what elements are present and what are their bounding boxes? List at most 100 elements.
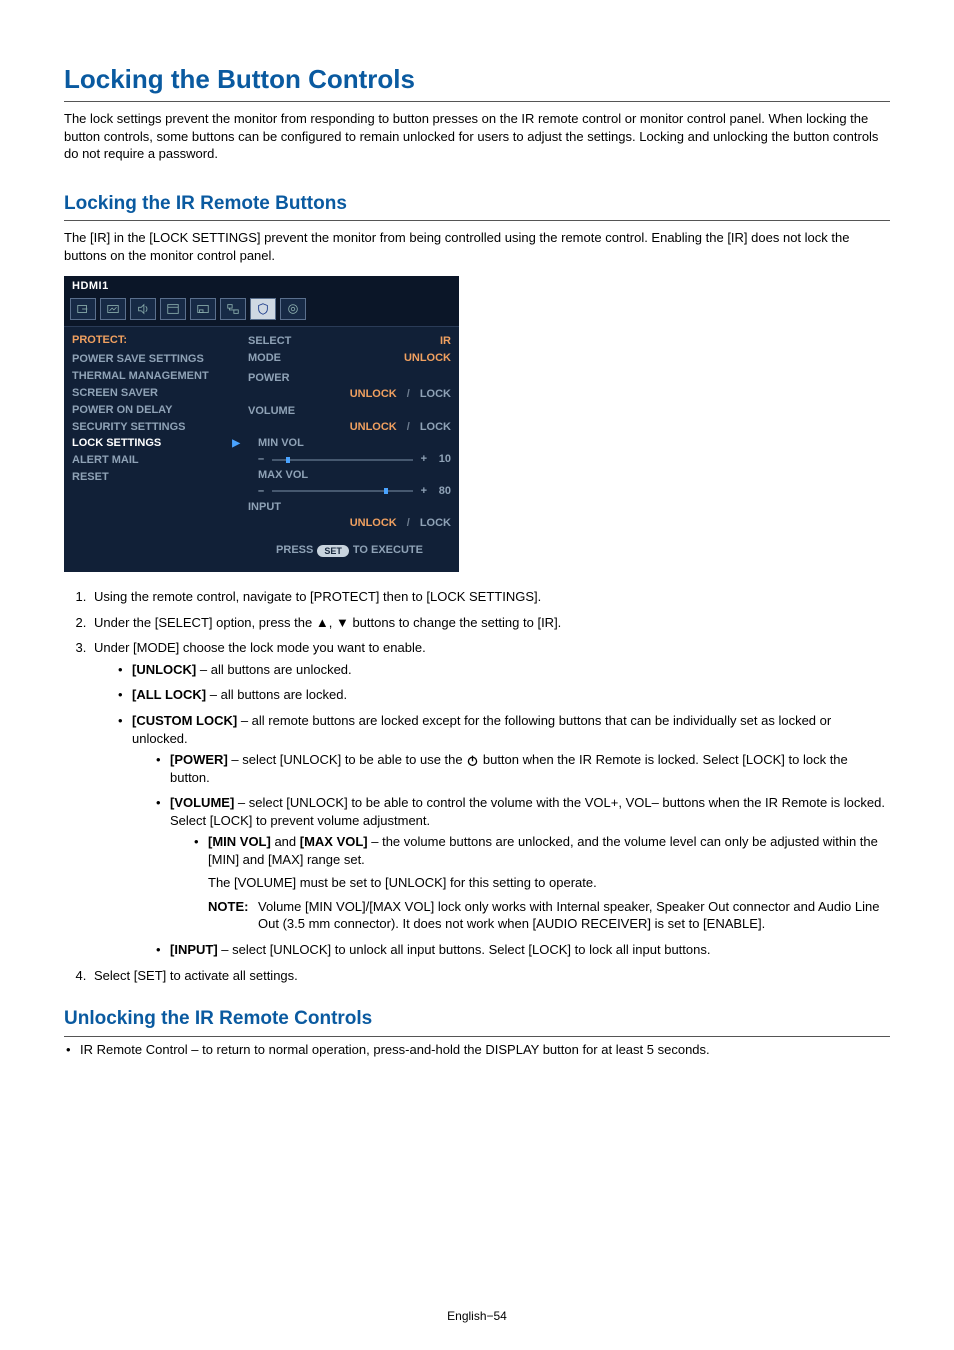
custom-volume-text: – select [UNLOCK] to be able to control … — [170, 795, 885, 828]
mode-custom-text: – all remote buttons are locked except f… — [132, 713, 831, 746]
mode-alllock-text: – all buttons are locked. — [206, 687, 347, 702]
osd-menu-item: SCREEN SAVER — [72, 385, 240, 402]
down-arrow-icon: ▼ — [336, 615, 349, 630]
osd-mode-row: MODE UNLOCK — [248, 350, 451, 367]
osd-menu-item: RESET — [72, 469, 240, 486]
custom-minmax-extra: The [VOLUME] must be set to [UNLOCK] for… — [208, 874, 890, 892]
step-4: Select [SET] to activate all settings. — [90, 967, 890, 985]
osd-power-unlock: UNLOCK — [350, 387, 397, 402]
osd-input-lock: LOCK — [420, 516, 451, 531]
custom-input: [INPUT] – select [UNLOCK] to unlock all … — [156, 941, 890, 959]
mode-options-list: [UNLOCK] – all buttons are unlocked. [AL… — [94, 661, 890, 959]
custom-input-label: [INPUT] — [170, 942, 218, 957]
schedule-icon — [160, 298, 186, 320]
osd-screenshot: HDMI1 PROTECT: POWER SAVE SETTINGS THERM… — [64, 276, 459, 572]
intro-paragraph: The lock settings prevent the monitor fr… — [64, 110, 890, 163]
page-title: Locking the Button Controls — [64, 62, 890, 102]
osd-volume-unlock: UNLOCK — [350, 420, 397, 435]
osd-maxvol-value: 80 — [431, 484, 451, 499]
step-2: Under the [SELECT] option, press the ▲, … — [90, 614, 890, 632]
osd-maxvol-label: MAX VOL — [248, 467, 451, 484]
custom-minvol-label: [MIN VOL] — [208, 834, 271, 849]
mode-unlock-label: [UNLOCK] — [132, 662, 196, 677]
plus-icon: + — [421, 484, 427, 499]
up-arrow-icon: ▲ — [316, 615, 329, 630]
osd-volume-lock: LOCK — [420, 420, 451, 435]
custom-volume-label: [VOLUME] — [170, 795, 234, 810]
osd-volume-toggle: UNLOCK / LOCK — [248, 420, 451, 436]
osd-menu-item: POWER SAVE SETTINGS — [72, 351, 240, 368]
osd-input-label2: INPUT — [248, 499, 451, 516]
mode-alllock-label: [ALL LOCK] — [132, 687, 206, 702]
power-icon — [466, 754, 479, 767]
step-3-text: Under [MODE] choose the lock mode you wa… — [94, 640, 426, 655]
audio-icon — [130, 298, 156, 320]
minus-icon: – — [258, 484, 264, 499]
osd-power-toggle: UNLOCK / LOCK — [248, 387, 451, 403]
mode-unlock-text: – all buttons are unlocked. — [196, 662, 351, 677]
osd-input-unlock: UNLOCK — [350, 516, 397, 531]
steps-list: Using the remote control, navigate to [P… — [64, 588, 890, 984]
custom-power-t1: – select [UNLOCK] to be able to use the — [228, 752, 466, 767]
osd-minvol-slider: – + 10 — [248, 452, 451, 467]
step-2-text-b: buttons to change the setting to [IR]. — [349, 615, 561, 630]
custom-input-text: – select [UNLOCK] to unlock all input bu… — [218, 942, 711, 957]
osd-minvol-value: 10 — [431, 452, 451, 467]
step-2-mid: , — [329, 615, 336, 630]
osd-input-toggle: UNLOCK / LOCK — [248, 516, 451, 532]
plus-icon: + — [421, 452, 427, 467]
osd-select-value: IR — [440, 334, 451, 349]
osd-press-suffix: TO EXECUTE — [353, 543, 423, 558]
osd-menu-item: POWER ON DELAY — [72, 402, 240, 419]
note-row: NOTE: Volume [MIN VOL]/[MAX VOL] lock on… — [208, 898, 890, 933]
volume-sublist: [MIN VOL] and [MAX VOL] – the volume but… — [170, 833, 890, 933]
osd-mode-label: MODE — [248, 351, 281, 366]
step-2-text-a: Under the [SELECT] option, press the — [94, 615, 316, 630]
system-icon — [280, 298, 306, 320]
osd-volume-label: VOLUME — [248, 403, 451, 420]
osd-right-panel: SELECT IR MODE UNLOCK POWER UNLOCK / LOC… — [244, 327, 459, 564]
mode-custom: [CUSTOM LOCK] – all remote buttons are l… — [118, 712, 890, 959]
osd-left-menu: PROTECT: POWER SAVE SETTINGS THERMAL MAN… — [64, 327, 244, 564]
osd-power-label: POWER — [248, 370, 451, 387]
osd-menu-item-selected: LOCK SETTINGS ▶ — [72, 435, 240, 452]
unlock-bullet: IR Remote Control – to return to normal … — [66, 1041, 890, 1059]
custom-volume: [VOLUME] – select [UNLOCK] to be able to… — [156, 794, 890, 933]
slider-track — [272, 457, 412, 463]
osd-select-row: SELECT IR — [248, 333, 451, 350]
toggle-separator: / — [407, 516, 410, 531]
osd-maxvol-slider: – + 80 — [248, 484, 451, 499]
osd-power-lock: LOCK — [420, 387, 451, 402]
chevron-right-icon: ▶ — [232, 437, 240, 451]
custom-maxvol-label: [MAX VOL] — [300, 834, 368, 849]
step-1: Using the remote control, navigate to [P… — [90, 588, 890, 606]
minus-icon: – — [258, 452, 264, 467]
custom-minmax-and: and — [271, 834, 300, 849]
unlock-list: IR Remote Control – to return to normal … — [64, 1041, 890, 1059]
custom-sublist: [POWER] – select [UNLOCK] to be able to … — [132, 751, 890, 958]
custom-power-label: [POWER] — [170, 752, 228, 767]
osd-menu-item: SECURITY SETTINGS — [72, 419, 240, 436]
osd-menu-item: ALERT MAIL — [72, 452, 240, 469]
osd-minvol-label: MIN VOL — [248, 435, 451, 452]
page-footer: English−54 — [0, 1308, 954, 1324]
mode-custom-label: [CUSTOM LOCK] — [132, 713, 237, 728]
osd-category: PROTECT: — [72, 333, 240, 348]
protect-icon — [250, 298, 276, 320]
osd-mode-value: UNLOCK — [404, 351, 451, 366]
step-3: Under [MODE] choose the lock mode you wa… — [90, 639, 890, 958]
toggle-separator: / — [407, 420, 410, 435]
mode-alllock: [ALL LOCK] – all buttons are locked. — [118, 686, 890, 704]
section2-heading: Unlocking the IR Remote Controls — [64, 1006, 890, 1037]
picture-icon — [100, 298, 126, 320]
note-label: NOTE: — [208, 898, 258, 933]
custom-minmax: [MIN VOL] and [MAX VOL] – the volume but… — [194, 833, 890, 933]
slot-icon — [190, 298, 216, 320]
page: Locking the Button Controls The lock set… — [0, 0, 954, 1350]
slider-track — [272, 488, 412, 494]
osd-set-pill: SET — [317, 545, 349, 557]
section1-heading: Locking the IR Remote Buttons — [64, 191, 890, 222]
osd-press-set: PRESS SET TO EXECUTE — [248, 531, 451, 558]
toggle-separator: / — [407, 387, 410, 402]
custom-power: [POWER] – select [UNLOCK] to be able to … — [156, 751, 890, 786]
